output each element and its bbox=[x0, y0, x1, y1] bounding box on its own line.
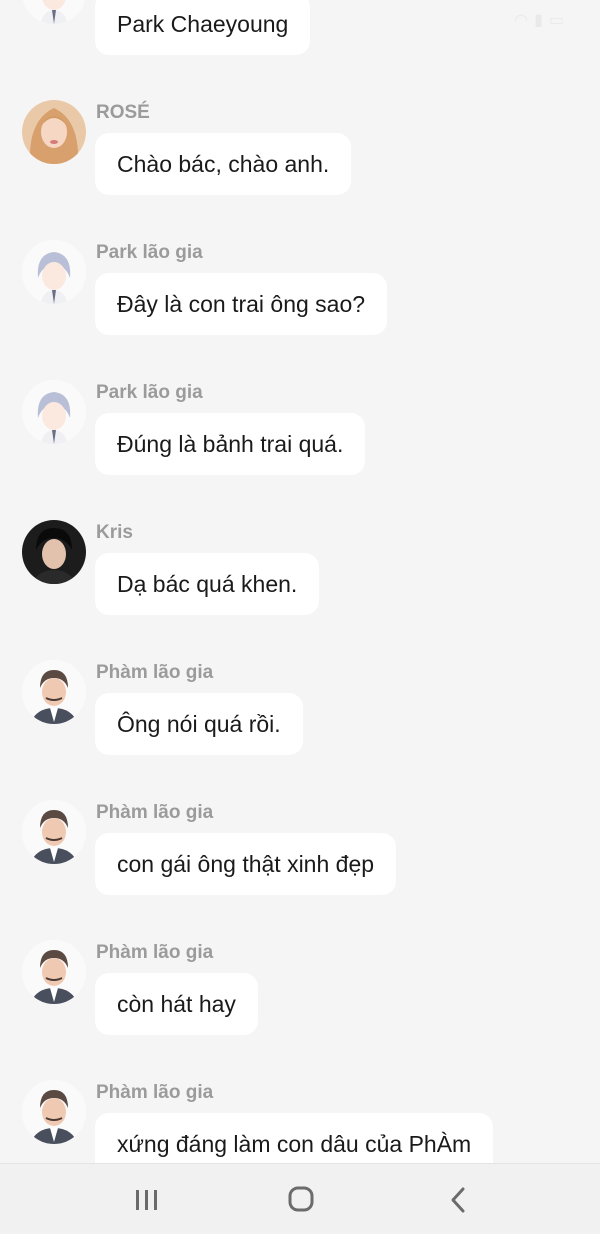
rose-avatar[interactable] bbox=[22, 100, 86, 164]
park-lao-gia-avatar[interactable] bbox=[22, 240, 86, 304]
system-navigation-bar bbox=[0, 1163, 600, 1234]
message-bubble[interactable]: xứng đáng làm con dâu của PhÀm bbox=[95, 1113, 494, 1163]
message-bubble[interactable]: con gái ông thật xinh đẹp bbox=[95, 833, 397, 895]
pham-lao-gia-avatar[interactable] bbox=[22, 940, 86, 1004]
pham-lao-gia-avatar[interactable] bbox=[22, 1080, 86, 1144]
status-bar-icons: ◠▮▭ bbox=[514, 10, 570, 30]
message-bubble[interactable]: Park Chaeyoung bbox=[95, 0, 311, 55]
sender-name: Phàm lão gia bbox=[96, 662, 214, 683]
back-button[interactable] bbox=[438, 1182, 478, 1218]
message-bubble[interactable]: Chào bác, chào anh. bbox=[95, 133, 352, 195]
recent-apps-button[interactable] bbox=[126, 1182, 166, 1218]
sender-name: Park lão gia bbox=[96, 242, 203, 263]
sender-name: Kris bbox=[96, 522, 133, 543]
pham-lao-gia-avatar[interactable] bbox=[22, 660, 86, 724]
sender-name: Park lão gia bbox=[96, 382, 203, 403]
wifi-icon: ◠ bbox=[514, 12, 535, 29]
sender-name: Phàm lão gia bbox=[96, 802, 214, 823]
message-bubble[interactable]: Đây là con trai ông sao? bbox=[95, 273, 388, 335]
message-bubble[interactable]: Dạ bác quá khen. bbox=[95, 553, 320, 615]
recent-apps-icon bbox=[136, 1190, 157, 1210]
sender-name: ROSÉ bbox=[96, 102, 150, 123]
chat-message-list[interactable]: Park Chaeyoung ROSÉ Chào bác, chào anh. … bbox=[0, 0, 600, 1163]
pham-lao-gia-avatar[interactable] bbox=[22, 800, 86, 864]
park-lao-gia-avatar[interactable] bbox=[22, 380, 86, 444]
message-bubble[interactable]: còn hát hay bbox=[95, 973, 258, 1035]
sender-name: Phàm lão gia bbox=[96, 1082, 214, 1103]
sender-name: Phàm lão gia bbox=[96, 942, 214, 963]
back-icon bbox=[451, 1187, 465, 1213]
home-icon bbox=[288, 1186, 314, 1212]
message-bubble[interactable]: Đúng là bảnh trai quá. bbox=[95, 413, 366, 475]
park-lao-gia-avatar[interactable] bbox=[22, 0, 86, 24]
signal-icon: ▮ bbox=[534, 12, 549, 29]
message-bubble[interactable]: Ông nói quá rồi. bbox=[95, 693, 303, 755]
kris-avatar[interactable] bbox=[22, 520, 86, 584]
battery-icon: ▭ bbox=[548, 12, 570, 29]
home-button[interactable] bbox=[281, 1182, 321, 1218]
